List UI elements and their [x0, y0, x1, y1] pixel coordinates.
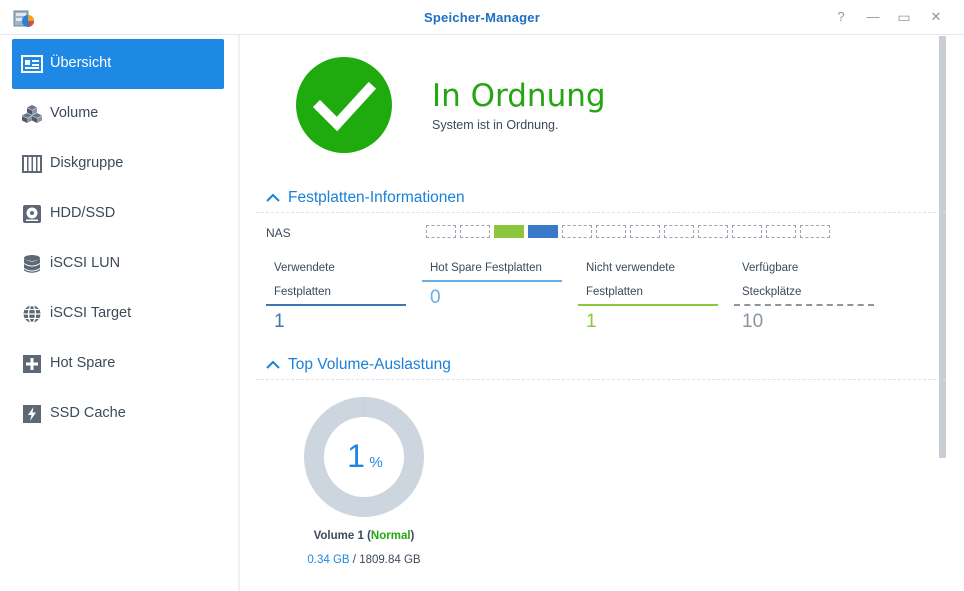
window-title-bar: Speicher-Manager ? — ▭ ✕ — [0, 0, 964, 35]
sidebar-item-ssd-cache[interactable]: SSD Cache — [12, 389, 224, 439]
hot-spare-disks-value: 0 — [430, 287, 441, 308]
usage-percent-sign: % — [369, 454, 382, 471]
plus-box-icon — [23, 355, 41, 373]
checkmark-icon — [312, 81, 377, 132]
volume-capacity-separator: / — [349, 554, 360, 566]
used-disks-label-line1: Verwendete — [274, 262, 335, 274]
status-subtitle: System ist in Ordnung. — [432, 118, 559, 132]
vertical-scrollbar[interactable] — [939, 36, 946, 458]
disk-slot-11 — [766, 225, 796, 238]
minimize-button[interactable]: — — [865, 9, 881, 25]
sidebar-item-label: HDD/SSD — [50, 205, 116, 221]
volume-total: 1809.84 GB — [359, 554, 421, 566]
database-icon — [24, 255, 40, 273]
section-divider — [256, 212, 946, 213]
volume-usage-section-header[interactable]: Top Volume-Auslastung — [264, 356, 451, 374]
section-divider — [256, 379, 946, 380]
disk-slot-2 — [460, 225, 490, 238]
disk-slot-7 — [630, 225, 660, 238]
disk-info-section-header[interactable]: Festplatten-Informationen — [264, 189, 465, 207]
globe-icon — [23, 304, 41, 324]
unused-disks-value: 1 — [586, 311, 597, 332]
sidebar-item-label: SSD Cache — [50, 405, 126, 421]
chevron-up-icon — [266, 360, 280, 369]
disk-slot-8 — [664, 225, 694, 238]
disk-slot-5 — [562, 225, 592, 238]
volume-name: Volume 1 — [313, 530, 364, 542]
volume-usage-donut: 1 % — [304, 397, 424, 517]
hdd-icon — [23, 205, 41, 223]
sidebar-item-diskgroup[interactable]: Diskgruppe — [12, 139, 224, 189]
sidebar-item-iscsi-lun[interactable]: iSCSI LUN — [12, 239, 224, 289]
volume-used: 0.34 GB — [307, 554, 350, 566]
volume-title: Volume 1 (Normal) — [264, 530, 464, 542]
disk-slot-9 — [698, 225, 728, 238]
disk-slot-10 — [732, 225, 762, 238]
unused-disks-label-line2: Festplatten — [586, 286, 643, 298]
overview-icon — [21, 55, 43, 73]
sidebar-item-label: Übersicht — [50, 55, 112, 71]
window-title: Speicher-Manager — [424, 10, 540, 25]
sidebar-item-label: Hot Spare — [50, 355, 116, 371]
available-slots-label-line2: Steckplätze — [742, 286, 802, 298]
unused-disks-label-line1: Nicht verwendete — [586, 262, 675, 274]
disk-slot-1 — [426, 225, 456, 238]
help-button[interactable]: ? — [833, 9, 849, 25]
volume-usage-section-title: Top Volume-Auslastung — [288, 356, 451, 373]
used-disks-value: 1 — [274, 311, 285, 332]
disk-info-section-title: Festplatten-Informationen — [288, 189, 465, 206]
volume-status-paren-close: ) — [410, 530, 415, 542]
chevron-up-icon — [266, 193, 280, 202]
available-slots-value: 10 — [742, 311, 764, 332]
status-ok-circle — [296, 57, 392, 153]
sidebar-item-iscsi-target[interactable]: iSCSI Target — [12, 289, 224, 339]
status-title: In Ordnung — [432, 78, 606, 114]
lightning-icon — [23, 405, 41, 423]
available-slots-label-line1: Verfügbare — [742, 262, 799, 274]
volume-status: Normal — [370, 530, 411, 542]
sidebar-item-volume[interactable]: Volume — [12, 89, 224, 139]
sidebar-item-hot-spare[interactable]: Hot Spare — [12, 339, 224, 389]
nas-device-label: NAS — [266, 226, 291, 240]
sidebar-item-hdd-ssd[interactable]: HDD/SSD — [12, 189, 224, 239]
sidebar-item-label: iSCSI LUN — [50, 255, 121, 271]
disk-group-icon — [22, 155, 42, 173]
hot-spare-disks-label: Hot Spare Festplatten — [430, 262, 542, 274]
maximize-button[interactable]: ▭ — [896, 9, 912, 25]
hot-spare-disks-underline — [422, 280, 562, 282]
disk-slot-4 — [528, 225, 558, 238]
disk-slot-12 — [800, 225, 830, 238]
used-disks-label-line2: Festplatten — [274, 286, 331, 298]
unused-disks-underline — [578, 304, 718, 306]
available-slots-underline — [734, 304, 874, 306]
sidebar-item-label: iSCSI Target — [50, 305, 132, 321]
sidebar-item-label: Volume — [50, 105, 99, 121]
usage-percent-value: 1 — [347, 438, 365, 474]
used-disks-underline — [266, 304, 406, 306]
volume-capacity: 0.34 GB / 1809.84 GB — [264, 554, 464, 566]
cubes-icon — [22, 105, 42, 123]
sidebar-item-overview[interactable]: Übersicht — [12, 39, 224, 89]
disk-slot-6 — [596, 225, 626, 238]
close-button[interactable]: ✕ — [928, 9, 944, 25]
disk-slot-3 — [494, 225, 524, 238]
sidebar-item-label: Diskgruppe — [50, 155, 124, 171]
